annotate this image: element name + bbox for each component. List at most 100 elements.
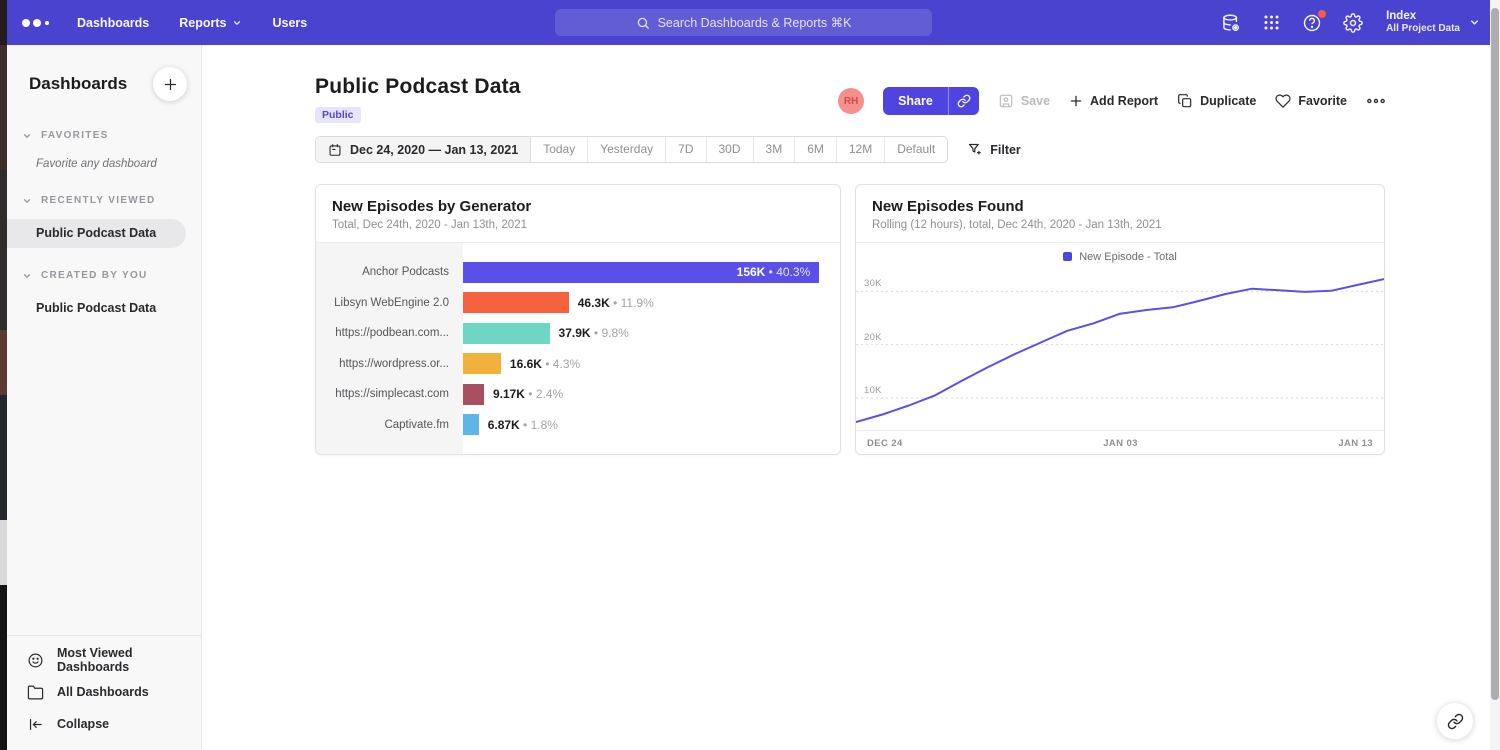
bar-category-label: Anchor Podcasts	[316, 266, 463, 278]
bar-track: 37.9K • 9.8%	[463, 323, 840, 344]
footer-item-label: Collapse	[57, 717, 109, 731]
plus-icon	[1069, 94, 1083, 108]
bar-track: 46.3K • 11.9%	[463, 292, 840, 313]
line-chart[interactable]: 10K20K30K	[856, 270, 1384, 430]
share-button[interactable]: Share	[883, 87, 948, 115]
all-dashboards-button[interactable]: All Dashboards	[7, 676, 201, 708]
date-preset-6m[interactable]: 6M	[795, 137, 837, 162]
bar-chart: Anchor Podcasts 156K • 40.3% Libsyn WebEng…	[316, 243, 840, 440]
bar-track: 9.17K • 2.4%	[463, 384, 840, 405]
main-content: Public Podcast Data Public RH Share Save…	[203, 45, 1500, 750]
most-viewed-dashboards-button[interactable]: Most Viewed Dashboards	[7, 644, 201, 676]
scrollbar-thumb[interactable]	[1491, 8, 1499, 700]
nav-item-label: Users	[272, 16, 307, 30]
filter-button[interactable]: Filter	[967, 142, 1021, 157]
settings-gear-icon[interactable]	[1343, 13, 1363, 33]
date-preset-default[interactable]: Default	[885, 137, 947, 162]
bar-segment[interactable]: 156K • 40.3%	[463, 262, 819, 283]
link-icon	[1447, 713, 1464, 730]
help-icon[interactable]	[1302, 13, 1322, 33]
avatar[interactable]: RH	[838, 88, 864, 114]
bar-segment[interactable]	[463, 384, 484, 405]
report-card-new-episodes-by-generator[interactable]: New Episodes by Generator Total, Dec 24t…	[315, 184, 841, 455]
bar-value-label: 16.6K • 4.3%	[510, 357, 580, 371]
bar-category-label: https://podbean.com...	[316, 327, 463, 339]
mixpanel-logo-icon[interactable]	[22, 19, 49, 27]
bar-segment[interactable]	[463, 414, 479, 435]
scrollbar-track[interactable]	[1490, 0, 1500, 750]
more-dots-icon	[1366, 94, 1386, 108]
section-label: CREATED BY YOU	[41, 270, 148, 281]
favorite-label: Favorite	[1298, 94, 1347, 108]
date-preset-today[interactable]: Today	[531, 137, 588, 162]
bar-row: Captivate.fm6.87K • 1.8%	[316, 410, 840, 441]
date-preset-30d[interactable]: 30D	[707, 137, 754, 162]
bar-row: Libsyn WebEngine 2.046.3K • 11.9%	[316, 288, 840, 319]
project-selector[interactable]: Index All Project Data	[1386, 10, 1480, 35]
add-dashboard-button[interactable]	[153, 67, 187, 101]
search-input[interactable]: Search Dashboards & Reports ⌘K	[555, 9, 932, 36]
sidebar-title: Dashboards	[29, 74, 127, 94]
section-favorites[interactable]: FAVORITES	[7, 130, 201, 141]
add-report-button[interactable]: Add Report	[1069, 94, 1158, 108]
bar-value-label: 46.3K • 11.9%	[578, 296, 654, 310]
page-title: Public Podcast Data	[315, 75, 521, 99]
section-label: RECENTLY VIEWED	[41, 195, 156, 206]
nav-item-users[interactable]: Users	[272, 16, 307, 30]
more-options-button[interactable]	[1366, 94, 1386, 108]
favorites-empty-note: Favorite any dashboard	[7, 158, 201, 170]
notification-badge	[1318, 10, 1326, 18]
card-title: New Episodes by Generator	[332, 198, 824, 215]
date-preset-12m[interactable]: 12M	[837, 137, 885, 162]
bar-segment[interactable]	[463, 292, 569, 313]
bar-row: https://wordpress.or...16.6K • 4.3%	[316, 349, 840, 380]
x-tick-label: JAN 13	[1338, 438, 1373, 449]
nav-item-reports[interactable]: Reports	[179, 16, 242, 30]
sidebar: Dashboards FAVORITES Favorite any dashbo…	[7, 45, 202, 750]
search-placeholder: Search Dashboards & Reports ⌘K	[658, 15, 852, 30]
bar-segment[interactable]	[463, 353, 501, 374]
save-icon	[998, 93, 1014, 109]
collapse-icon	[27, 716, 44, 733]
favorite-button[interactable]: Favorite	[1275, 93, 1347, 109]
section-label: FAVORITES	[41, 130, 109, 141]
y-tick-label: 30K	[864, 278, 882, 289]
copy-link-button[interactable]	[948, 87, 979, 115]
date-range-picker[interactable]: Dec 24, 2020 — Jan 13, 2021	[316, 137, 531, 162]
line-chart-svg	[856, 270, 1384, 430]
date-preset-3m[interactable]: 3M	[754, 137, 796, 162]
link-icon	[957, 94, 971, 108]
duplicate-label: Duplicate	[1200, 94, 1256, 108]
bar-value-label: 9.17K • 2.4%	[493, 387, 563, 401]
bar-row: Anchor Podcasts 156K • 40.3%	[316, 257, 840, 288]
duplicate-button[interactable]: Duplicate	[1177, 93, 1256, 109]
data-management-icon[interactable]	[1221, 13, 1241, 33]
calendar-icon	[328, 143, 342, 157]
section-recently-viewed[interactable]: RECENTLY VIEWED	[7, 195, 201, 206]
share-link-floating-button[interactable]	[1436, 702, 1474, 740]
nav-item-dashboards[interactable]: Dashboards	[77, 16, 149, 30]
apps-grid-icon[interactable]	[1262, 13, 1281, 32]
save-label: Save	[1021, 94, 1050, 108]
sidebar-item-public-podcast-data[interactable]: Public Podcast Data	[7, 219, 186, 248]
date-range-control: Dec 24, 2020 — Jan 13, 2021 TodayYesterd…	[315, 136, 948, 163]
bar-segment[interactable]	[463, 323, 550, 344]
date-range-label: Dec 24, 2020 — Jan 13, 2021	[350, 143, 518, 157]
filter-label: Filter	[990, 143, 1021, 157]
date-preset-yesterday[interactable]: Yesterday	[588, 137, 666, 162]
plus-icon	[163, 77, 178, 92]
chart-legend[interactable]: New Episode - Total	[856, 243, 1384, 270]
add-report-label: Add Report	[1090, 94, 1158, 108]
collapse-sidebar-button[interactable]: Collapse	[7, 708, 201, 740]
bar-track: 156K • 40.3%	[463, 262, 840, 283]
project-name: Index	[1386, 10, 1460, 23]
sidebar-item-public-podcast-data[interactable]: Public Podcast Data	[7, 294, 201, 323]
save-button[interactable]: Save	[998, 93, 1050, 109]
bar-value-label: 156K • 40.3%	[737, 265, 811, 279]
section-created-by-you[interactable]: CREATED BY YOU	[7, 270, 201, 281]
report-card-new-episodes-found[interactable]: New Episodes Found Rolling (12 hours), t…	[855, 184, 1385, 455]
project-subtitle: All Project Data	[1386, 23, 1460, 35]
line-series[interactable]	[856, 279, 1384, 422]
duplicate-icon	[1177, 93, 1193, 109]
date-preset-7d[interactable]: 7D	[666, 137, 706, 162]
